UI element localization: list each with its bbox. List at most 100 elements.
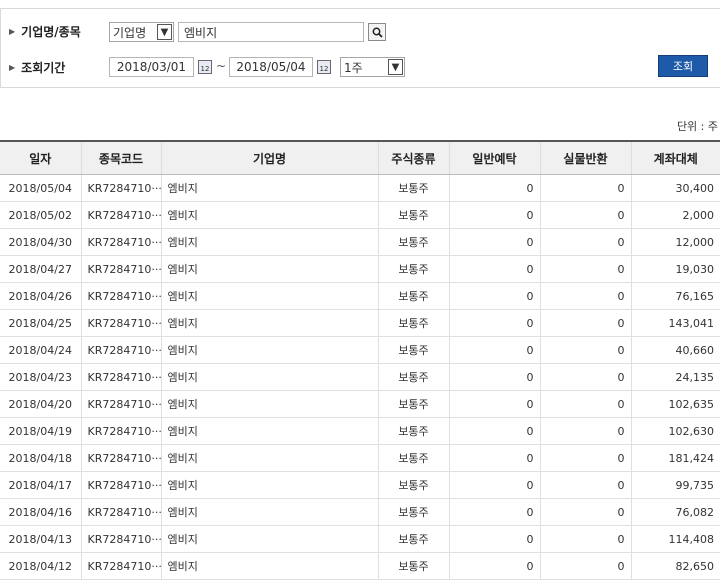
table-row[interactable]: 2018/04/20 KR7284710··· 엠비지 보통주 0 0 102,635 bbox=[0, 390, 720, 418]
table-row[interactable]: 2018/04/25 KR7284710··· 엠비지 보통주 0 0 143,041 bbox=[0, 309, 720, 337]
cell-company: 엠비지 bbox=[160, 255, 378, 283]
cell-account-transfer: 2,000 bbox=[630, 201, 720, 229]
col-header-stock-type[interactable]: 주식종류 bbox=[377, 140, 449, 175]
cell-stock-type: 보통주 bbox=[377, 201, 449, 229]
table-row[interactable]: 2018/05/04 KR7284710··· 엠비지 보통주 0 0 30,400 bbox=[0, 174, 720, 202]
cell-physical-return: 0 bbox=[539, 498, 631, 526]
cell-code: KR7284710··· bbox=[80, 525, 161, 553]
period-label: ▶ 조회기간 bbox=[9, 59, 104, 76]
magnifier-icon bbox=[372, 27, 383, 38]
col-header-company[interactable]: 기업명 bbox=[160, 140, 378, 175]
cell-company: 엠비지 bbox=[160, 201, 378, 229]
bullet-arrow-icon: ▶ bbox=[9, 63, 16, 72]
cell-company: 엠비지 bbox=[160, 282, 378, 310]
col-header-code[interactable]: 종목코드 bbox=[80, 140, 161, 175]
cell-general-deposit: 0 bbox=[448, 444, 540, 472]
cell-account-transfer: 19,030 bbox=[630, 255, 720, 283]
cell-physical-return: 0 bbox=[539, 255, 631, 283]
cell-account-transfer: 181,424 bbox=[630, 444, 720, 472]
chevron-down-icon[interactable]: ▼ bbox=[157, 24, 172, 40]
cell-code: KR7284710··· bbox=[80, 471, 161, 499]
company-input[interactable]: 엠비지 bbox=[178, 22, 364, 42]
search-panel: ▶ 기업명/종목 기업명 ▼ 엠비지 ▶ 조회기간 2018/03/01 12 … bbox=[0, 8, 720, 88]
cell-general-deposit: 0 bbox=[448, 417, 540, 445]
table-row[interactable]: 2018/05/02 KR7284710··· 엠비지 보통주 0 0 2,000 bbox=[0, 201, 720, 229]
cell-stock-type: 보통주 bbox=[377, 552, 449, 580]
table-row[interactable]: 2018/04/16 KR7284710··· 엠비지 보통주 0 0 76,082 bbox=[0, 498, 720, 526]
table-row[interactable]: 2018/04/23 KR7284710··· 엠비지 보통주 0 0 24,135 bbox=[0, 363, 720, 391]
cell-stock-type: 보통주 bbox=[377, 498, 449, 526]
table-row[interactable]: 2018/04/24 KR7284710··· 엠비지 보통주 0 0 40,660 bbox=[0, 336, 720, 364]
table-row[interactable]: 2018/04/30 KR7284710··· 엠비지 보통주 0 0 12,000 bbox=[0, 228, 720, 256]
cell-general-deposit: 0 bbox=[448, 363, 540, 391]
col-header-physical-return[interactable]: 실물반환 bbox=[539, 140, 631, 175]
chevron-down-icon[interactable]: ▼ bbox=[388, 59, 403, 75]
cell-account-transfer: 99,735 bbox=[630, 471, 720, 499]
date-to-value: 2018/05/04 bbox=[236, 60, 306, 74]
cell-physical-return: 0 bbox=[539, 390, 631, 418]
cell-date: 2018/04/27 bbox=[0, 255, 81, 283]
cell-general-deposit: 0 bbox=[448, 309, 540, 337]
date-from-input[interactable]: 2018/03/01 bbox=[109, 57, 194, 77]
cell-company: 엠비지 bbox=[160, 525, 378, 553]
col-header-account-transfer[interactable]: 계좌대체 bbox=[630, 140, 720, 175]
search-type-select[interactable]: 기업명 ▼ bbox=[109, 22, 174, 42]
cell-company: 엠비지 bbox=[160, 498, 378, 526]
date-from-value: 2018/03/01 bbox=[116, 60, 187, 74]
cell-code: KR7284710··· bbox=[80, 228, 161, 256]
cell-stock-type: 보통주 bbox=[377, 471, 449, 499]
cell-account-transfer: 30,400 bbox=[630, 174, 720, 202]
cell-date: 2018/04/26 bbox=[0, 282, 81, 310]
cell-general-deposit: 0 bbox=[448, 201, 540, 229]
table-row[interactable]: 2018/04/12 KR7284710··· 엠비지 보통주 0 0 82,650 bbox=[0, 552, 720, 580]
cell-general-deposit: 0 bbox=[448, 228, 540, 256]
table-row[interactable]: 2018/04/17 KR7284710··· 엠비지 보통주 0 0 99,735 bbox=[0, 471, 720, 499]
cell-general-deposit: 0 bbox=[448, 174, 540, 202]
search-button[interactable] bbox=[368, 23, 386, 41]
cell-date: 2018/04/19 bbox=[0, 417, 81, 445]
table-row[interactable]: 2018/04/27 KR7284710··· 엠비지 보통주 0 0 19,030 bbox=[0, 255, 720, 283]
period-select[interactable]: 1주 ▼ bbox=[340, 57, 405, 77]
cell-stock-type: 보통주 bbox=[377, 444, 449, 472]
cell-company: 엠비지 bbox=[160, 309, 378, 337]
calendar-icon[interactable]: 12 bbox=[317, 60, 331, 74]
cell-physical-return: 0 bbox=[539, 336, 631, 364]
calendar-icon[interactable]: 12 bbox=[198, 60, 212, 74]
table-row[interactable]: 2018/04/18 KR7284710··· 엠비지 보통주 0 0 181,424 bbox=[0, 444, 720, 472]
cell-company: 엠비지 bbox=[160, 390, 378, 418]
cell-code: KR7284710··· bbox=[80, 255, 161, 283]
table-row[interactable]: 2018/04/26 KR7284710··· 엠비지 보통주 0 0 76,165 bbox=[0, 282, 720, 310]
cell-stock-type: 보통주 bbox=[377, 282, 449, 310]
cell-date: 2018/04/16 bbox=[0, 498, 81, 526]
table-row[interactable]: 2018/04/19 KR7284710··· 엠비지 보통주 0 0 102,630 bbox=[0, 417, 720, 445]
cell-general-deposit: 0 bbox=[448, 336, 540, 364]
cell-company: 엠비지 bbox=[160, 228, 378, 256]
cell-physical-return: 0 bbox=[539, 417, 631, 445]
cell-stock-type: 보통주 bbox=[377, 390, 449, 418]
cell-general-deposit: 0 bbox=[448, 255, 540, 283]
company-label-text: 기업명/종목 bbox=[21, 25, 81, 39]
cell-general-deposit: 0 bbox=[448, 390, 540, 418]
cell-code: KR7284710··· bbox=[80, 363, 161, 391]
cell-stock-type: 보통주 bbox=[377, 363, 449, 391]
table-body: 2018/05/04 KR7284710··· 엠비지 보통주 0 0 30,400 2018… bbox=[0, 174, 720, 580]
query-button[interactable]: 조회 bbox=[658, 55, 708, 77]
col-header-date[interactable]: 일자 bbox=[0, 140, 81, 175]
date-to-input[interactable]: 2018/05/04 bbox=[229, 57, 313, 77]
cell-account-transfer: 143,041 bbox=[630, 309, 720, 337]
cell-date: 2018/04/24 bbox=[0, 336, 81, 364]
search-type-value: 기업명 bbox=[113, 25, 147, 40]
cell-stock-type: 보통주 bbox=[377, 525, 449, 553]
cell-physical-return: 0 bbox=[539, 471, 631, 499]
cell-date: 2018/05/04 bbox=[0, 174, 81, 202]
cell-company: 엠비지 bbox=[160, 444, 378, 472]
cell-date: 2018/04/25 bbox=[0, 309, 81, 337]
cell-code: KR7284710··· bbox=[80, 444, 161, 472]
cell-account-transfer: 114,408 bbox=[630, 525, 720, 553]
cell-general-deposit: 0 bbox=[448, 498, 540, 526]
cell-stock-type: 보통주 bbox=[377, 417, 449, 445]
table-row[interactable]: 2018/04/13 KR7284710··· 엠비지 보통주 0 0 114,408 bbox=[0, 525, 720, 553]
col-header-general-deposit[interactable]: 일반예탁 bbox=[448, 140, 540, 175]
cell-physical-return: 0 bbox=[539, 444, 631, 472]
cell-general-deposit: 0 bbox=[448, 282, 540, 310]
